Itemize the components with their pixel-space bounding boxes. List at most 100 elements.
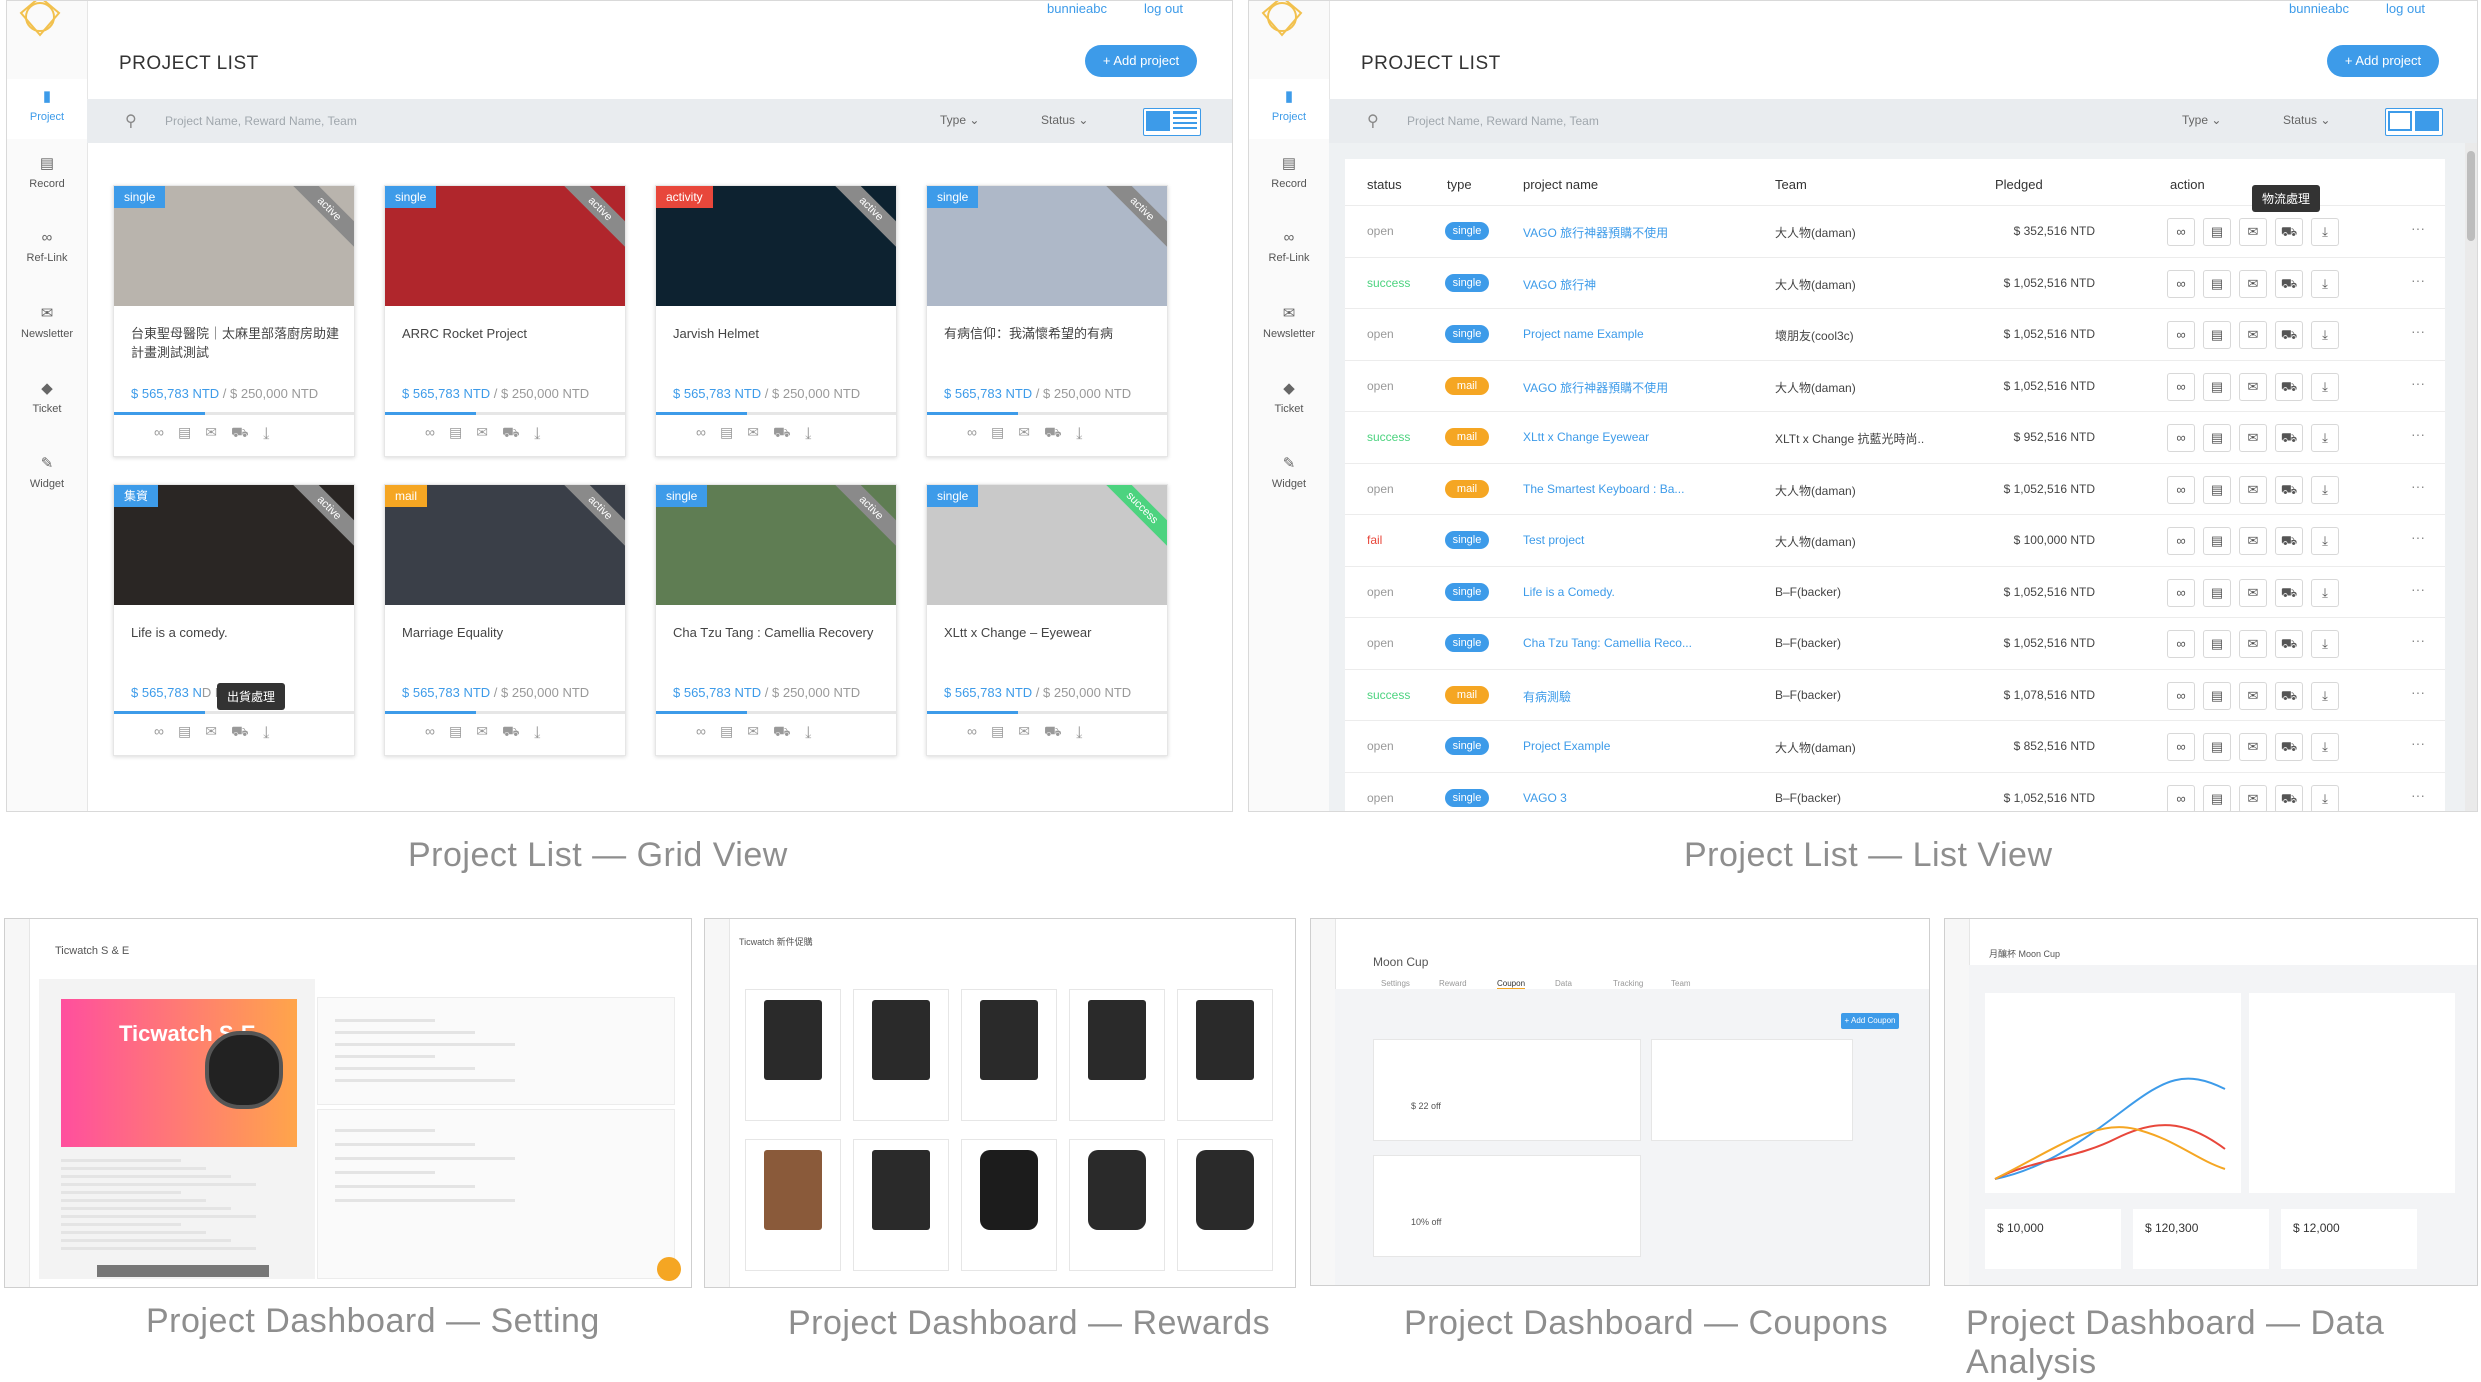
- project-name-link[interactable]: 有病測驗: [1523, 688, 1571, 705]
- truck-icon[interactable]: ⛟: [2275, 269, 2303, 298]
- project-name[interactable]: 有病信仰：我滿懷希望的有病: [944, 324, 1154, 343]
- sidebar-item-widget[interactable]: ✎ Widget: [7, 454, 87, 494]
- sidebar-item-record[interactable]: ▤ Record: [1249, 154, 1329, 194]
- project-name[interactable]: Life is a comedy.: [131, 623, 341, 642]
- download-icon[interactable]: ⤓: [2311, 372, 2339, 401]
- download-icon[interactable]: ⤓: [263, 723, 284, 739]
- mail-icon[interactable]: ✉: [205, 424, 231, 440]
- more-icon[interactable]: ···: [2411, 478, 2425, 494]
- truck-icon[interactable]: ⛟: [502, 723, 534, 739]
- project-name-link[interactable]: VAGO 旅行神: [1523, 276, 1596, 293]
- type-filter[interactable]: Type ⌄: [940, 113, 979, 127]
- record-icon[interactable]: ▤: [2203, 733, 2231, 761]
- more-icon[interactable]: ···: [2411, 735, 2425, 751]
- coupon-tab[interactable]: Settings: [1381, 979, 1410, 988]
- mail-icon[interactable]: ✉: [476, 424, 502, 440]
- mail-icon[interactable]: ✉: [747, 424, 773, 440]
- download-icon[interactable]: ⤓: [805, 723, 826, 739]
- truck-icon[interactable]: ⛟: [1044, 723, 1076, 739]
- sidebar-item-ref-link[interactable]: ∞ Ref-Link: [1249, 229, 1329, 269]
- more-icon[interactable]: ···: [2411, 581, 2425, 597]
- table-row[interactable]: open single Project name Example 壞朋友(cool3c…: [1345, 308, 2445, 361]
- truck-icon[interactable]: ⛟: [2275, 630, 2303, 658]
- link-icon[interactable]: ∞: [2167, 321, 2195, 349]
- more-icon[interactable]: ···: [2411, 632, 2425, 648]
- grid-view-icon[interactable]: [2388, 111, 2412, 131]
- project-name-link[interactable]: Test project: [1523, 533, 1584, 547]
- record-icon[interactable]: ▤: [2203, 218, 2231, 246]
- truck-icon[interactable]: ⛟: [2275, 475, 2303, 504]
- project-name[interactable]: ARRC Rocket Project: [402, 324, 612, 343]
- search-input[interactable]: Project Name, Reward Name, Team: [165, 114, 357, 128]
- record-icon[interactable]: ▤: [991, 723, 1018, 739]
- more-icon[interactable]: ···: [2411, 426, 2425, 442]
- more-icon[interactable]: ···: [2411, 375, 2425, 391]
- record-icon[interactable]: ▤: [2203, 784, 2231, 811]
- link-icon[interactable]: ∞: [2167, 784, 2195, 811]
- type-filter[interactable]: Type ⌄: [2182, 113, 2221, 127]
- sidebar-item-project[interactable]: ▮ Project: [7, 79, 87, 139]
- mail-icon[interactable]: ✉: [2239, 733, 2267, 761]
- record-icon[interactable]: ▤: [449, 424, 476, 440]
- record-icon[interactable]: ▤: [2203, 372, 2231, 401]
- more-icon[interactable]: ···: [2411, 323, 2425, 339]
- sidebar-item-project[interactable]: ▮ Project: [1249, 79, 1329, 139]
- project-card[interactable]: single active ARRC Rocket Project $ 565,783…: [384, 185, 626, 457]
- record-icon[interactable]: ▤: [2203, 321, 2231, 349]
- link-icon[interactable]: ∞: [2167, 372, 2195, 401]
- truck-icon[interactable]: ⛟: [502, 424, 534, 440]
- table-row[interactable]: open single VAGO 3 B–F(backer) $ 1,052,516 N…: [1345, 771, 2445, 811]
- scrollbar[interactable]: [2467, 151, 2475, 241]
- link-icon[interactable]: ∞: [2167, 578, 2195, 607]
- project-name[interactable]: XLtt x Change – Eyewear: [944, 623, 1154, 642]
- table-row[interactable]: open single Project Example 大人物(daman) $ 852…: [1345, 720, 2445, 773]
- mail-icon[interactable]: ✉: [2239, 218, 2267, 246]
- download-icon[interactable]: ⤓: [1076, 424, 1097, 440]
- sidebar-item-ticket[interactable]: ◆ Ticket: [1249, 379, 1329, 419]
- truck-icon[interactable]: ⛟: [2275, 681, 2303, 710]
- truck-icon[interactable]: ⛟: [773, 424, 805, 440]
- truck-icon[interactable]: ⛟: [2275, 218, 2303, 246]
- truck-icon[interactable]: ⛟: [2275, 321, 2303, 349]
- download-icon[interactable]: ⤓: [1076, 723, 1097, 739]
- list-view-icon[interactable]: [2415, 111, 2439, 131]
- project-name[interactable]: 台東聖母醫院｜太麻里部落廚房助建計畫測試測試: [131, 324, 341, 362]
- link-icon[interactable]: ∞: [154, 424, 178, 440]
- mail-icon[interactable]: ✉: [1018, 424, 1044, 440]
- record-icon[interactable]: ▤: [178, 723, 205, 739]
- project-name-link[interactable]: VAGO 旅行神器預購不使用: [1523, 224, 1668, 241]
- download-icon[interactable]: ⤓: [2311, 784, 2339, 811]
- record-icon[interactable]: ▤: [178, 424, 205, 440]
- add-project-button[interactable]: + Add project: [2327, 45, 2439, 77]
- project-card[interactable]: single active Cha Tzu Tang : Camellia Reco…: [655, 484, 897, 756]
- truck-icon[interactable]: ⛟: [2275, 784, 2303, 811]
- link-icon[interactable]: ∞: [425, 424, 449, 440]
- add-project-button[interactable]: + Add project: [1085, 45, 1197, 77]
- download-icon[interactable]: ⤓: [2311, 578, 2339, 607]
- username-link[interactable]: bunnieabc: [2289, 1, 2349, 16]
- record-icon[interactable]: ▤: [2203, 578, 2231, 607]
- table-row[interactable]: open single Life is a Comedy. B–F(backer) $ …: [1345, 565, 2445, 619]
- project-card[interactable]: mail active Marriage Equality $ 565,783 NTD…: [384, 484, 626, 756]
- table-row[interactable]: open single Cha Tzu Tang: Camellia Reco...…: [1345, 617, 2445, 670]
- sidebar-item-widget[interactable]: ✎ Widget: [1249, 454, 1329, 494]
- table-row[interactable]: success mail XLtt x Change Eyewear XLTt x C…: [1345, 411, 2445, 464]
- mail-icon[interactable]: ✉: [205, 723, 231, 739]
- download-icon[interactable]: ⤓: [534, 424, 555, 440]
- mail-icon[interactable]: ✉: [747, 723, 773, 739]
- search-input[interactable]: Project Name, Reward Name, Team: [1407, 114, 1599, 128]
- coupon-tab[interactable]: Data: [1555, 979, 1572, 988]
- table-row[interactable]: fail single Test project 大人物(daman) $ 100,00…: [1345, 514, 2445, 567]
- truck-icon[interactable]: ⛟: [2275, 424, 2303, 452]
- project-name[interactable]: Cha Tzu Tang : Camellia Recovery: [673, 623, 883, 642]
- mail-icon[interactable]: ✉: [2239, 630, 2267, 658]
- mail-icon[interactable]: ✉: [2239, 784, 2267, 811]
- download-icon[interactable]: ⤓: [2311, 681, 2339, 710]
- link-icon[interactable]: ∞: [154, 723, 178, 739]
- project-name-link[interactable]: The Smartest Keyboard : Ba...: [1523, 482, 1684, 496]
- mail-icon[interactable]: ✉: [2239, 269, 2267, 298]
- project-name-link[interactable]: Cha Tzu Tang: Camellia Reco...: [1523, 636, 1692, 650]
- table-row[interactable]: open mail VAGO 旅行神器預購不使用 大人物(daman) $ 1,052,…: [1345, 359, 2445, 413]
- sidebar-item-newsletter[interactable]: ✉ Newsletter: [7, 304, 87, 344]
- mail-icon[interactable]: ✉: [2239, 475, 2267, 504]
